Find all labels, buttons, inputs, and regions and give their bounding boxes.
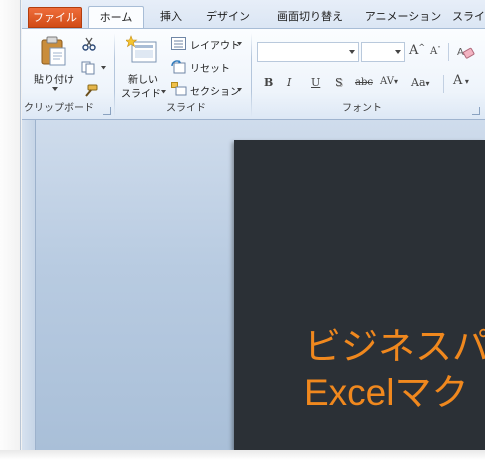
- clipboard-icon: [41, 36, 66, 66]
- slide-title-line2[interactable]: Excelマク: [304, 373, 468, 413]
- toolbar-separator: [443, 75, 444, 93]
- tab-slideshow[interactable]: スライ: [452, 6, 485, 28]
- change-case-button[interactable]: Aa▾: [411, 76, 430, 89]
- underline-button[interactable]: U: [311, 76, 320, 89]
- paste-label[interactable]: 貼り付け: [34, 71, 74, 86]
- change-case-glyph: Aa: [411, 76, 426, 89]
- font-size-dropdown-icon[interactable]: [395, 50, 401, 54]
- font-color-glyph: A: [453, 73, 463, 88]
- ribbon-tab-bar: ファイル ホーム 挿入 デザイン 画面切り替え アニメーション スライ: [22, 0, 485, 29]
- clipboard-dialog-launcher-icon[interactable]: [103, 107, 111, 115]
- slides-group-label: スライド: [166, 103, 206, 114]
- clipboard-group-label: クリップボード: [24, 103, 94, 114]
- copy-icon[interactable]: [81, 61, 97, 75]
- slide-thumbnail-pane[interactable]: [22, 120, 36, 450]
- layout-label[interactable]: レイアウト: [190, 37, 240, 52]
- italic-button[interactable]: I: [287, 76, 291, 89]
- new-slide-icon: [124, 35, 157, 63]
- grow-font-glyph: A: [409, 43, 419, 58]
- new-slide-button[interactable]: [124, 35, 158, 71]
- strikethrough-button[interactable]: abc: [355, 77, 373, 88]
- new-slide-label-line1[interactable]: 新しい: [128, 71, 158, 86]
- group-separator: [251, 33, 252, 117]
- tab-file[interactable]: ファイル: [28, 7, 82, 28]
- section-label[interactable]: セクション: [190, 83, 240, 98]
- slide-title-line1[interactable]: ビジネスパ: [304, 327, 485, 367]
- reset-icon[interactable]: [171, 60, 186, 74]
- tab-transitions[interactable]: 画面切り替え: [266, 6, 354, 28]
- font-size-combo[interactable]: [361, 42, 405, 62]
- section-icon[interactable]: [171, 82, 187, 96]
- toolbar-separator: [448, 43, 449, 61]
- new-slide-dropdown-icon[interactable]: [161, 90, 167, 94]
- clear-formatting-icon[interactable]: A: [456, 43, 476, 61]
- character-spacing-button[interactable]: AV▾: [380, 76, 398, 87]
- tab-animations[interactable]: アニメーション: [362, 6, 444, 28]
- layout-dropdown-icon[interactable]: [237, 42, 243, 46]
- group-separator: [114, 33, 115, 117]
- ribbon-home: 貼り付け クリップボード 新しい スライド レイアウト リセット セクション ス…: [22, 28, 485, 120]
- font-color-button[interactable]: A ▾: [453, 73, 469, 88]
- reset-label[interactable]: リセット: [190, 60, 230, 75]
- shrink-font-caret: ˇ: [437, 46, 441, 54]
- grow-font-icon[interactable]: A^: [409, 43, 425, 58]
- layout-icon[interactable]: [171, 37, 186, 50]
- tab-insert[interactable]: 挿入: [150, 6, 192, 28]
- cut-icon[interactable]: [82, 37, 96, 51]
- change-case-dropdown-icon[interactable]: ▾: [426, 79, 430, 88]
- powerpoint-window: ファイル ホーム 挿入 デザイン 画面切り替え アニメーション スライ 貼り付け: [0, 0, 485, 460]
- section-dropdown-icon[interactable]: [237, 88, 243, 92]
- window-left-border: [20, 0, 21, 450]
- tab-design[interactable]: デザイン: [200, 6, 256, 28]
- bold-button[interactable]: B: [264, 76, 273, 89]
- font-name-combo[interactable]: [257, 42, 359, 62]
- tab-home[interactable]: ホーム: [88, 6, 144, 29]
- character-spacing-glyph: AV: [380, 76, 394, 87]
- copy-dropdown-icon[interactable]: [101, 66, 107, 70]
- font-name-dropdown-icon[interactable]: [349, 50, 355, 54]
- grow-font-caret: ^: [418, 43, 426, 52]
- font-dialog-launcher-icon[interactable]: [472, 107, 480, 115]
- font-color-dropdown-icon[interactable]: ▾: [462, 77, 469, 86]
- character-spacing-dropdown-icon[interactable]: ▾: [394, 77, 398, 86]
- paste-button[interactable]: [39, 36, 69, 72]
- format-painter-icon[interactable]: [82, 84, 98, 98]
- paste-dropdown-icon[interactable]: [52, 87, 59, 92]
- font-group-label: フォント: [342, 103, 382, 114]
- shadow-button[interactable]: S: [335, 76, 343, 89]
- window-left-edge: [0, 0, 22, 450]
- shrink-font-icon[interactable]: Aˇ: [430, 46, 441, 57]
- new-slide-label-line2[interactable]: スライド: [121, 85, 161, 100]
- window-bottom-shadow: [0, 450, 485, 460]
